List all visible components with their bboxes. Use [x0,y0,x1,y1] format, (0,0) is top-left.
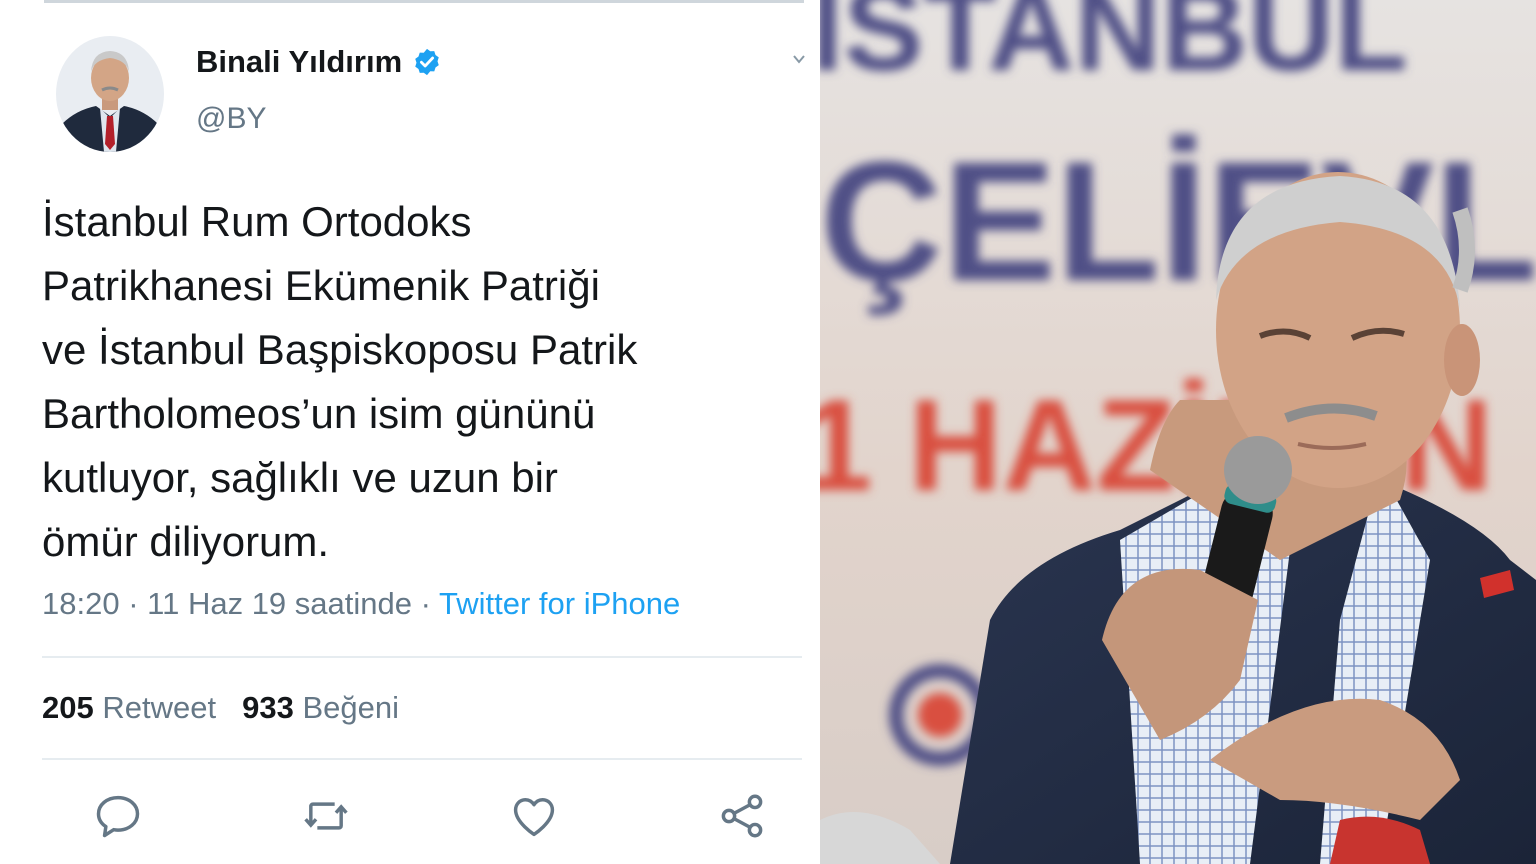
tweet-panel: Binali Yıldırım @BY İstanbul Rum Ortodok… [0,0,820,864]
share-icon[interactable] [716,790,768,842]
divider [42,758,802,760]
tweet-text-line: kutluyor, sağlıklı ve uzun bir [42,454,558,501]
tweet-text-line: ve İstanbul Başpiskoposu Patrik [42,326,638,373]
tweet-text-line: Patrikhanesi Ekümenik Patriği [42,262,600,309]
retweet-stat[interactable]: 205 Retweet [42,690,216,725]
avatar[interactable] [56,36,164,152]
chevron-down-icon[interactable] [792,52,806,66]
handle[interactable]: @BY [196,102,266,136]
display-name: Binali Yıldırım [196,44,403,79]
tweet-text-line: Bartholomeos’un isim gününü [42,390,596,437]
tweet-date: 11 Haz 19 saatinde [147,586,412,621]
retweet-icon[interactable] [300,790,352,842]
like-count: 933 [242,690,294,725]
tweet-time: 18:20 [42,586,120,621]
tweet-text-line: ömür diliyorum. [42,518,330,565]
tweet-text: İstanbul Rum Ortodoks Patrikhanesi Eküme… [42,190,802,574]
verified-badge-icon [415,48,439,76]
top-border [44,0,804,3]
like-icon[interactable] [508,790,560,842]
speaker-photo: İSTANBUL ÇELİEVLE 1 HAZİRAN [820,0,1536,864]
meta-separator: · [128,586,139,621]
reply-icon[interactable] [92,790,144,842]
tweet-source-link[interactable]: Twitter for iPhone [439,586,680,621]
like-label: Beğeni [302,690,399,725]
meta-separator: · [420,586,431,621]
retweet-count: 205 [42,690,94,725]
like-stat[interactable]: 933 Beğeni [242,690,399,725]
photo-panel: İSTANBUL ÇELİEVLE 1 HAZİRAN [820,0,1536,864]
retweet-label: Retweet [102,690,217,725]
display-name-row[interactable]: Binali Yıldırım [196,44,442,80]
divider [42,656,802,658]
tweet-stats: 205 Retweet 933 Beğeni [42,690,399,726]
tweet-text-line: İstanbul Rum Ortodoks [42,198,472,245]
tweet-meta: 18:20 · 11 Haz 19 saatinde · Twitter for… [42,586,680,622]
backdrop-text: İSTANBUL [820,0,1408,96]
